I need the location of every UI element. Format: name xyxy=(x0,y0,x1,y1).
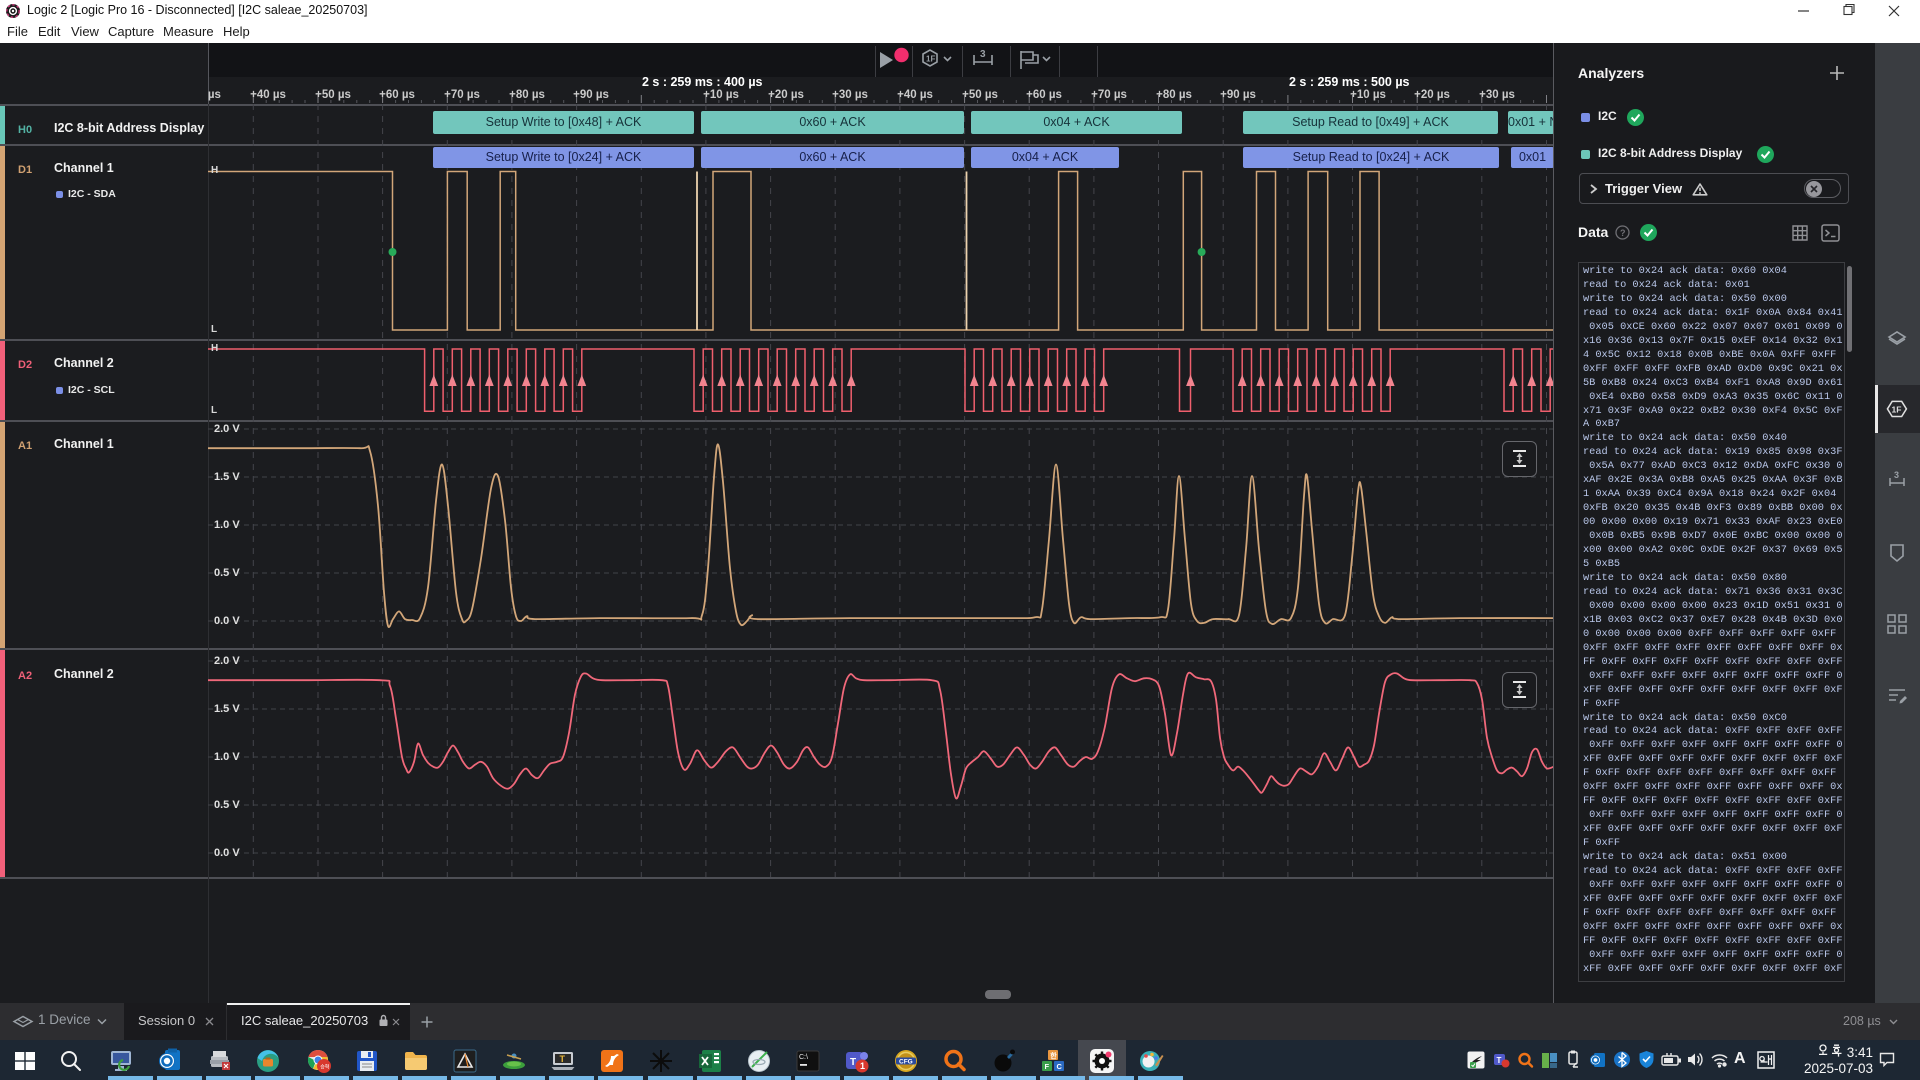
svg-text:T: T xyxy=(1497,1056,1502,1065)
svg-text:CFG: CFG xyxy=(899,1059,913,1066)
svg-text:3: 3 xyxy=(1894,470,1899,480)
svg-text:?: ? xyxy=(1620,228,1626,238)
svg-text:C:\: C:\ xyxy=(799,1054,808,1061)
svg-text:T: T xyxy=(560,1054,566,1064)
svg-text:F: F xyxy=(1045,1062,1050,1071)
svg-text:승혁: 승혁 xyxy=(320,1064,329,1071)
svg-text:1: 1 xyxy=(860,1061,865,1071)
svg-text:1F: 1F xyxy=(1892,405,1902,415)
svg-text:한: 한 xyxy=(1050,1051,1057,1060)
svg-text:C: C xyxy=(1057,1062,1063,1071)
svg-text:T: T xyxy=(850,1057,856,1068)
